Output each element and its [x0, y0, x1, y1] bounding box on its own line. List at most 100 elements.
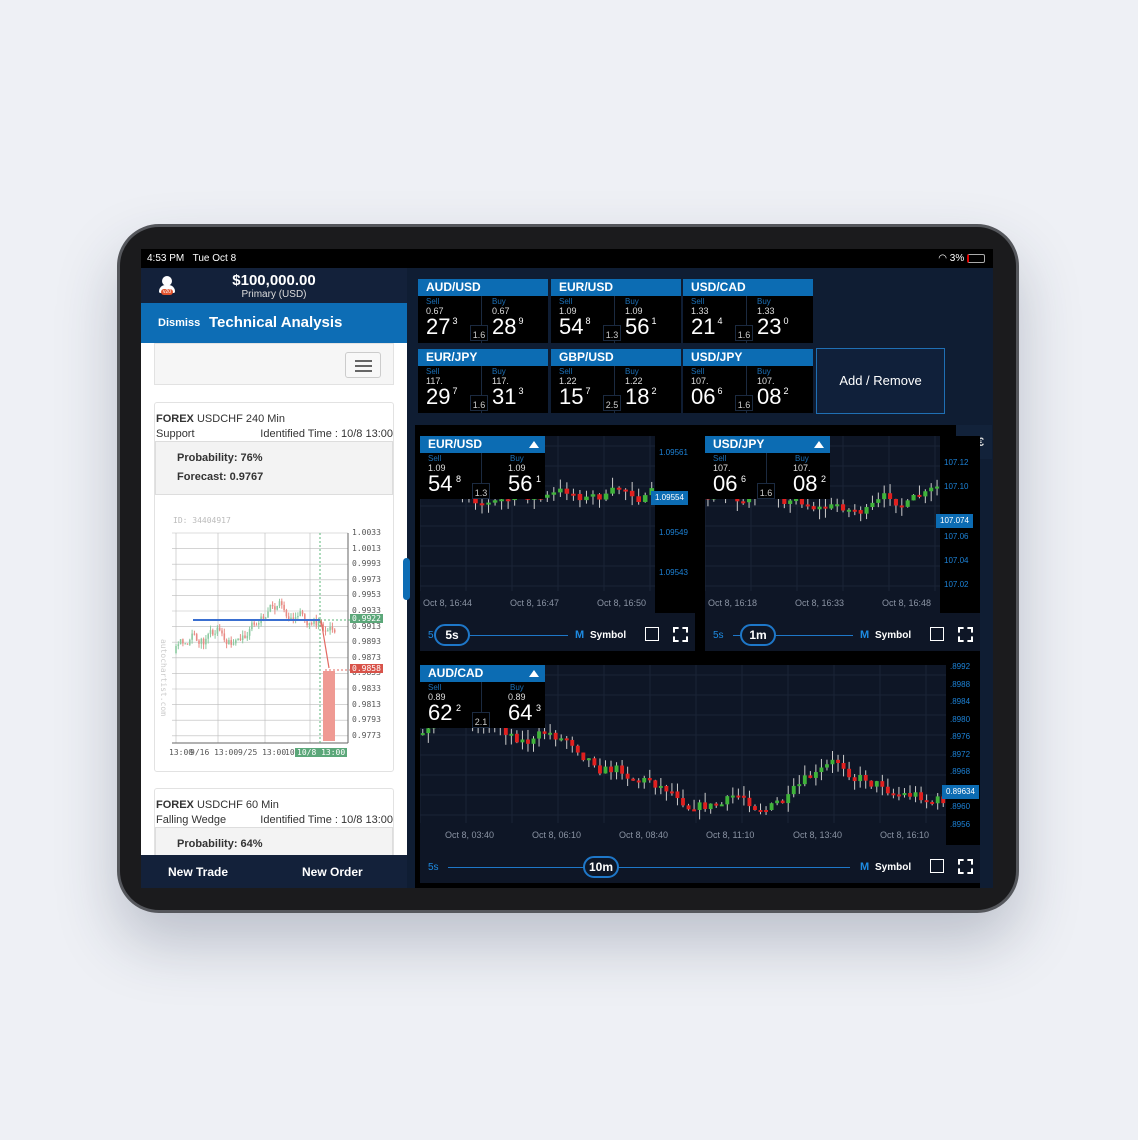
candle-body [913, 792, 918, 797]
min-timeframe[interactable]: 5 [428, 630, 434, 641]
analysis-list[interactable]: FOREX USDCHF 240 Min Support Identified … [141, 343, 407, 855]
candle-body [271, 604, 274, 607]
fullscreen-icon[interactable] [958, 627, 973, 642]
quote-tile[interactable]: USD/CAD Sell 1.33 21 4 Buy 1.33 23 0 1.6 [683, 279, 813, 343]
y-tick: .8968 [950, 767, 971, 776]
candle-body [479, 503, 485, 506]
draw-tools-icon[interactable] [930, 859, 944, 873]
candle-body [179, 639, 182, 645]
account-header[interactable]: v20 $100,000.00 Primary (USD) [141, 268, 407, 303]
draw-tools-icon[interactable] [930, 627, 944, 641]
buy-button[interactable]: Buy 117. 31 3 [484, 366, 548, 413]
chart-pair: USD/JPY [713, 437, 765, 451]
hamburger-menu-icon[interactable] [345, 352, 381, 378]
analysis-card[interactable]: FOREX USDCHF 240 Min Support Identified … [154, 402, 394, 772]
current-price-tag: 107.074 [936, 514, 973, 528]
chart-pair-selector[interactable]: USD/JPY [705, 436, 830, 453]
symbol-button[interactable]: Symbol [875, 630, 911, 641]
timeframe-slider-handle[interactable]: 5s [434, 624, 470, 646]
candle-body [592, 758, 597, 766]
candle-body [829, 504, 834, 509]
buy-button[interactable]: Buy 107. 08 2 [769, 453, 830, 499]
candle-body [221, 630, 223, 634]
buy-button[interactable]: Buy 107. 08 2 [749, 366, 813, 413]
battery-text: 3% [949, 253, 965, 264]
buy-label: Buy [625, 297, 639, 306]
price-chart[interactable]: 107.12 107.10 107.06 107.04 107.02 107.074 Oct… [705, 436, 980, 651]
new-order-button[interactable]: New Order [302, 865, 363, 879]
candle-body [274, 606, 276, 610]
spread: 1.6 [735, 395, 753, 411]
buy-label: Buy [510, 454, 524, 463]
candle-body [548, 732, 553, 735]
status-date: Tue Oct 8 [192, 253, 237, 264]
sell-fraction: 3 [452, 316, 458, 326]
user-avatar-icon[interactable]: v20 [157, 276, 177, 296]
price-chart[interactable]: .8992.8988.8984.8980.8976.8972.8968.8964… [420, 662, 980, 883]
chart-pair-selector[interactable]: AUD/CAD [420, 665, 545, 682]
chart-pair-selector[interactable]: EUR/USD [420, 436, 545, 453]
timeframe-slider-track[interactable] [448, 867, 850, 868]
sell-fraction: 8 [456, 474, 462, 484]
y-tick: .8972 [950, 749, 971, 759]
candle-body [287, 616, 290, 620]
y-tick: .8960 [950, 802, 971, 811]
x-tick: Oct 8, 16:50 [597, 598, 647, 608]
add-remove-button[interactable]: Add / Remove [816, 348, 945, 414]
candle-body [935, 796, 940, 804]
quote-tile[interactable]: EUR/JPY Sell 117. 29 7 Buy 117. 31 3 1.6 [418, 349, 548, 413]
sell-label: Sell [426, 297, 440, 306]
candle-body [625, 773, 630, 779]
probability: Probability: 76% [177, 452, 263, 464]
x-tick: Oct 8, 16:44 [423, 598, 473, 608]
draw-tools-icon[interactable] [645, 627, 659, 641]
max-timeframe[interactable]: M [575, 629, 584, 641]
new-trade-button[interactable]: New Trade [168, 865, 228, 879]
candle-body [216, 627, 219, 634]
dismiss-button[interactable]: Dismiss [158, 317, 200, 329]
buy-button[interactable]: Buy 0.67 28 9 [484, 296, 548, 343]
chart-quote-tile[interactable]: EUR/USD Sell 1.09 54 8 Buy 1.09 56 1 1.3 [420, 436, 545, 499]
timeframe-slider-handle[interactable]: 10m [583, 856, 619, 878]
buy-button[interactable]: Buy 1.09 56 1 [484, 453, 545, 499]
candle-body [736, 795, 741, 798]
price-chart[interactable]: 1.09561 1.09549 1.09543 1.09554 Oct 8, 16:44… [420, 436, 695, 651]
collapse-triangle-icon[interactable] [529, 670, 539, 677]
y-tick: 0.9773 [352, 730, 381, 740]
y-tick: 1.09561 [659, 448, 688, 457]
sell-pips: 62 [428, 700, 453, 725]
buy-button[interactable]: Buy 1.33 23 0 [749, 296, 813, 343]
buy-button[interactable]: Buy 0.89 64 3 [484, 682, 545, 728]
candle-body [870, 502, 875, 508]
candle-body [917, 494, 922, 497]
chart-quote-tile[interactable]: USD/JPY Sell 107. 06 6 Buy 107. 08 2 1.6 [705, 436, 830, 499]
quote-tile[interactable]: AUD/USD Sell 0.67 27 3 Buy 0.67 28 9 1.6 [418, 279, 548, 343]
candle-body [863, 774, 868, 781]
quote-tile[interactable]: EUR/USD Sell 1.09 54 8 Buy 1.09 56 1 1.3 [551, 279, 681, 343]
buy-button[interactable]: Buy 1.09 56 1 [617, 296, 681, 343]
symbol-button[interactable]: Symbol [590, 630, 626, 641]
max-timeframe[interactable]: M [860, 629, 869, 641]
symbol-button[interactable]: Symbol [875, 862, 911, 873]
max-timeframe[interactable]: M [860, 861, 869, 873]
quote-tile[interactable]: GBP/USD Sell 1.22 15 7 Buy 1.22 18 2 2.5 [551, 349, 681, 413]
timeframe-slider-handle[interactable]: 1m [740, 624, 776, 646]
y-tick: 107.12 [944, 458, 969, 467]
buy-button[interactable]: Buy 1.22 18 2 [617, 366, 681, 413]
analysis-card[interactable]: FOREX USDCHF 60 Min Falling Wedge Identi… [154, 788, 394, 855]
collapse-triangle-icon[interactable] [814, 441, 824, 448]
chart-quote-tile[interactable]: AUD/CAD Sell 0.89 62 2 Buy 0.89 64 3 2.1 [420, 665, 545, 728]
panel-drag-handle[interactable] [403, 558, 410, 600]
min-timeframe[interactable]: 5s [713, 630, 724, 641]
sell-label: Sell [428, 683, 442, 692]
fullscreen-icon[interactable] [673, 627, 688, 642]
collapse-triangle-icon[interactable] [529, 441, 539, 448]
fullscreen-icon[interactable] [958, 859, 973, 874]
tile-pair: EUR/JPY [418, 349, 548, 366]
candle-body [299, 611, 301, 616]
min-timeframe[interactable]: 5s [428, 862, 439, 873]
candle-body [186, 643, 189, 645]
quote-tile[interactable]: USD/JPY Sell 107. 06 6 Buy 107. 08 2 1.6 [683, 349, 813, 413]
candle-body [911, 494, 916, 501]
status-bar: 4:53 PM Tue Oct 8 ◠ 3% [141, 249, 993, 268]
